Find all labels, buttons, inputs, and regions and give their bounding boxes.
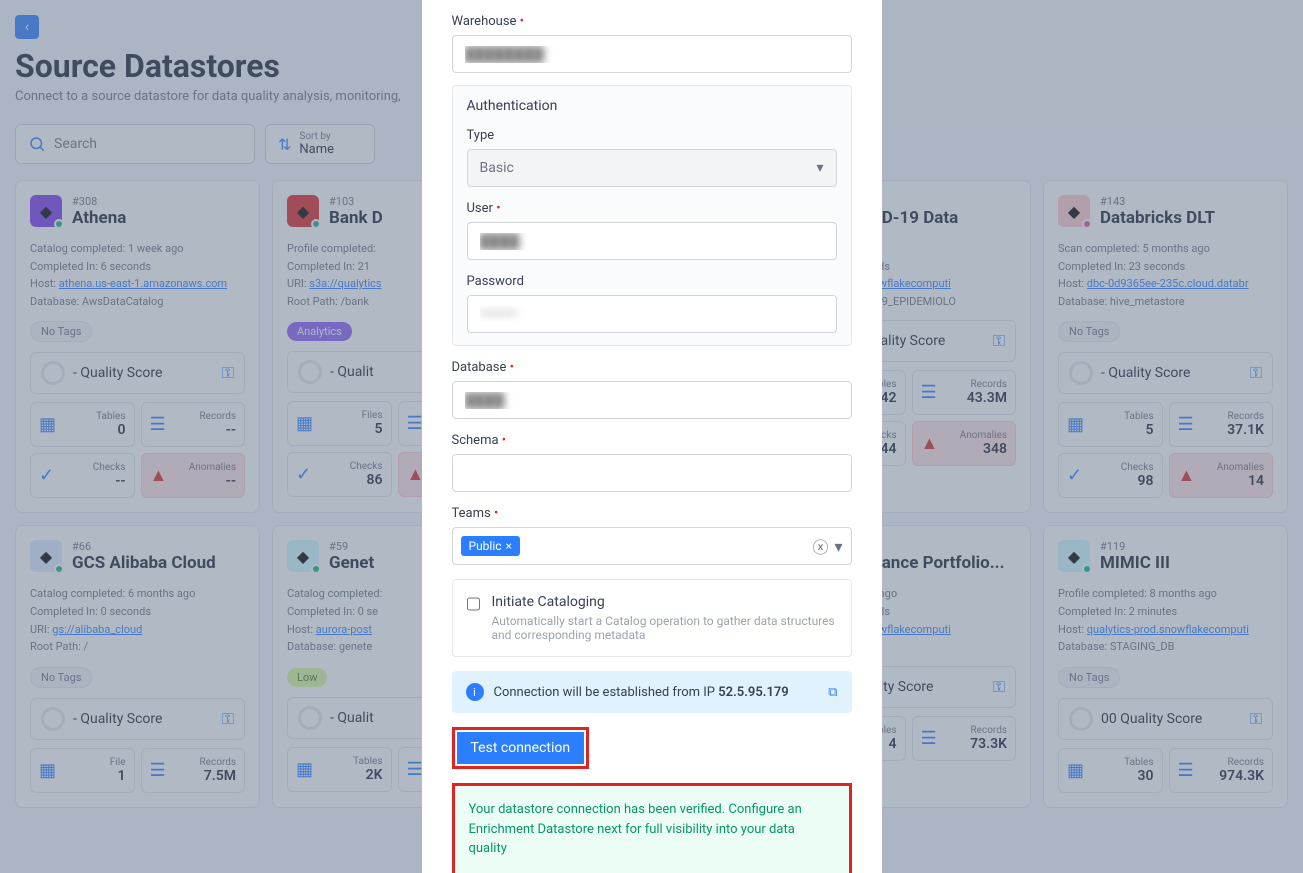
success-message: Your datastore connection has been verif… (452, 783, 852, 873)
user-input[interactable] (467, 222, 837, 260)
test-connection-highlight: Test connection (452, 727, 590, 769)
test-connection-button[interactable]: Test connection (457, 732, 585, 764)
user-label: User • (467, 201, 837, 216)
teams-label: Teams • (452, 506, 852, 521)
database-label: Database • (452, 360, 852, 375)
schema-label: Schema • (452, 433, 852, 448)
password-input[interactable] (467, 295, 837, 333)
type-label: Type (467, 128, 837, 143)
ip-info-banner: i Connection will be established from IP… (452, 671, 852, 713)
connection-modal: Warehouse • Authentication Type Basic ▾ … (422, 0, 882, 873)
close-icon[interactable]: × (506, 539, 512, 553)
warehouse-input[interactable] (452, 35, 852, 73)
info-icon: i (466, 683, 484, 701)
cb-title: Initiate Cataloging (492, 594, 837, 610)
chevron-down-icon: ▾ (834, 537, 842, 556)
auth-title: Authentication (467, 98, 837, 114)
database-input[interactable] (452, 381, 852, 419)
auth-section: Authentication Type Basic ▾ User • Passw… (452, 85, 852, 346)
team-chip-public[interactable]: Public × (461, 536, 520, 556)
copy-icon[interactable]: ⧉ (828, 685, 837, 700)
initiate-cataloging-checkbox[interactable] (467, 596, 480, 612)
teams-select[interactable]: Public × ⓧ ▾ (452, 527, 852, 565)
initiate-cataloging-row[interactable]: Initiate Cataloging Automatically start … (452, 579, 852, 657)
type-select[interactable]: Basic ▾ (467, 149, 837, 187)
password-label: Password (467, 274, 837, 289)
schema-input[interactable] (452, 454, 852, 492)
clear-icon[interactable]: ⓧ (812, 534, 828, 558)
cb-desc: Automatically start a Catalog operation … (492, 614, 837, 642)
chevron-down-icon: ▾ (816, 160, 823, 176)
warehouse-label: Warehouse • (452, 14, 852, 29)
modal-overlay: Warehouse • Authentication Type Basic ▾ … (0, 0, 1303, 873)
